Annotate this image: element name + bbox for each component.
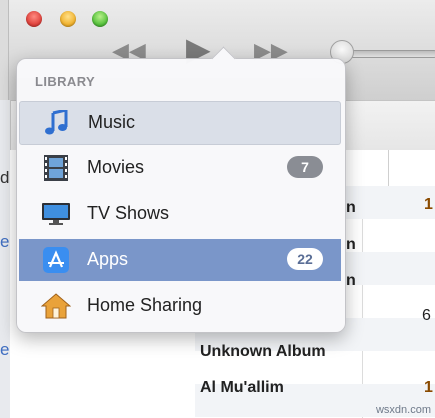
library-item-tv-shows[interactable]: TV Shows <box>19 193 341 235</box>
library-item-home-sharing[interactable]: Home Sharing <box>19 285 341 327</box>
number-cell: 1 <box>424 379 433 396</box>
album-cell: Al Mu'allim <box>200 379 284 396</box>
watermark: wsxdn.com <box>375 404 431 416</box>
library-item-movies[interactable]: Movies 7 <box>19 147 341 189</box>
count-badge: 22 <box>287 248 323 270</box>
sidebar-text-fragment: e <box>0 232 10 251</box>
minimize-window-button[interactable] <box>60 11 76 27</box>
sidebar-text-fragment: e <box>0 340 10 359</box>
album-cell: n <box>346 272 356 289</box>
library-item-label: Home Sharing <box>87 295 203 315</box>
close-window-button[interactable] <box>26 11 42 27</box>
zoom-window-button[interactable] <box>92 11 108 27</box>
number-cell: 1 <box>424 196 433 213</box>
number-cell: 6 <box>422 307 431 324</box>
library-item-label: TV Shows <box>87 203 170 223</box>
volume-slider[interactable] <box>340 50 435 58</box>
album-cell: Unknown Album <box>200 343 326 360</box>
library-item-label: Apps <box>87 249 129 269</box>
library-header: LIBRARY <box>35 74 96 89</box>
film-strip-icon <box>44 155 68 181</box>
album-cell: n <box>346 199 356 216</box>
count-badge: 7 <box>287 156 323 178</box>
library-item-label: Music <box>88 112 136 132</box>
tv-monitor-icon <box>42 203 70 225</box>
app-store-icon <box>43 247 69 273</box>
library-item-label: Movies <box>87 157 145 177</box>
home-icon <box>41 293 71 319</box>
library-item-apps[interactable]: Apps 22 <box>19 239 341 281</box>
column-divider <box>388 150 389 186</box>
album-cell: n <box>346 236 356 253</box>
library-popover: LIBRARY Music Movies 7 TV Shows Apps 22 … <box>16 46 346 333</box>
music-note-icon <box>45 110 68 135</box>
library-item-music[interactable]: Music <box>19 101 341 145</box>
